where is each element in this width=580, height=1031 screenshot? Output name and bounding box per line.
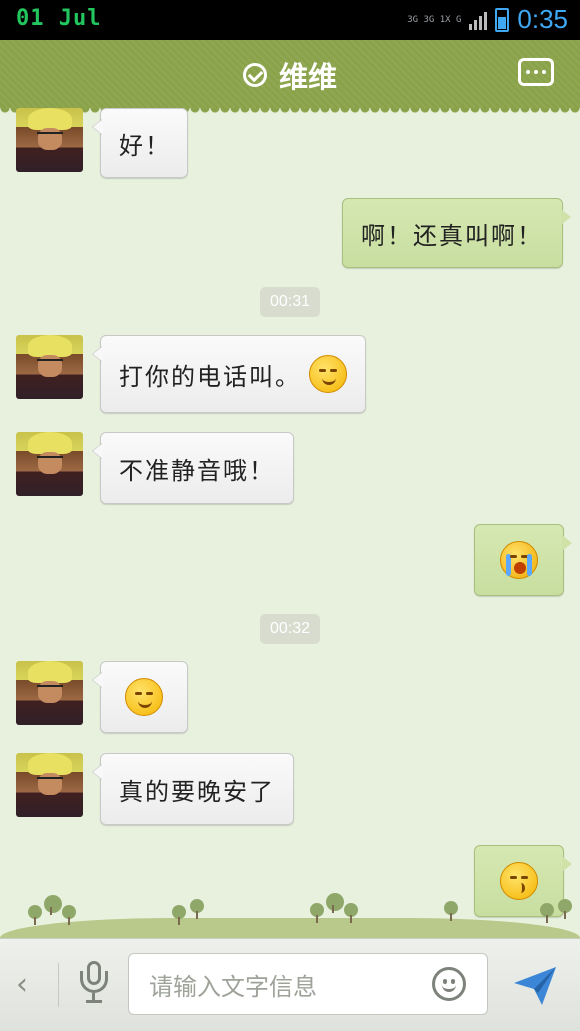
contact-avatar[interactable] bbox=[16, 753, 83, 817]
more-options-button[interactable] bbox=[518, 58, 554, 86]
microphone-icon[interactable] bbox=[80, 961, 108, 1003]
status-date: 01 Jul bbox=[16, 6, 102, 31]
contact-avatar[interactable] bbox=[16, 335, 83, 399]
message-text: 啊！还真叫啊！ bbox=[361, 221, 543, 250]
contact-avatar[interactable] bbox=[16, 661, 83, 725]
status-icons: 3G 3G 1X G 0:35 bbox=[407, 4, 568, 35]
grin-emoji-icon bbox=[309, 355, 347, 393]
message-text: 不准静音哦！ bbox=[119, 456, 275, 485]
tree-icon bbox=[558, 899, 572, 919]
input-placeholder: 请输入文字信息 bbox=[149, 972, 317, 1001]
contact-avatar[interactable] bbox=[16, 108, 83, 172]
message-list[interactable]: 好！ 啊！还真叫啊！ 00:31 打你的电话叫。 不准静音哦！ 00:32 真的… bbox=[0, 108, 580, 938]
message-bubble-incoming[interactable]: 打你的电话叫。 bbox=[92, 335, 366, 413]
message-text: 好！ bbox=[119, 131, 171, 160]
time-separator: 00:31 bbox=[260, 287, 320, 317]
message-bubble-incoming[interactable]: 真的要晚安了 bbox=[92, 753, 294, 825]
tree-icon bbox=[310, 903, 324, 923]
check-circle-icon bbox=[242, 63, 267, 87]
message-text: 真的要晚安了 bbox=[119, 777, 275, 806]
signal-icon bbox=[469, 10, 488, 30]
send-icon[interactable] bbox=[512, 963, 558, 1007]
tree-icon bbox=[444, 901, 458, 921]
message-text: 打你的电话叫。 bbox=[119, 362, 301, 391]
more-options-icon bbox=[526, 70, 530, 74]
contact-avatar[interactable] bbox=[16, 432, 83, 496]
tree-icon bbox=[28, 905, 42, 925]
message-bubble-outgoing[interactable] bbox=[474, 524, 572, 596]
hill-shape bbox=[0, 918, 580, 938]
message-bubble-outgoing[interactable]: 啊！还真叫啊！ bbox=[342, 198, 571, 268]
shy-emoji-icon bbox=[125, 678, 163, 716]
input-bar: ‹ 请输入文字信息 bbox=[0, 938, 580, 1031]
header-title-group: 维维 bbox=[0, 54, 580, 96]
network-type-icon: 3G 3G 1X G bbox=[407, 14, 462, 25]
smiley-icon[interactable] bbox=[432, 967, 466, 1001]
tree-icon bbox=[344, 903, 358, 923]
divider bbox=[58, 963, 59, 1007]
status-time: 0:35 bbox=[517, 4, 568, 34]
message-bubble-incoming[interactable]: 好！ bbox=[92, 108, 188, 178]
tree-icon bbox=[62, 905, 76, 925]
tree-icon bbox=[172, 905, 186, 925]
tree-icon bbox=[540, 903, 554, 923]
contact-name: 维维 bbox=[278, 60, 337, 94]
background-landscape bbox=[0, 885, 580, 938]
tree-icon bbox=[190, 899, 204, 919]
status-bar: 01 Jul 3G 3G 1X G 0:35 bbox=[0, 0, 580, 40]
message-bubble-incoming[interactable] bbox=[92, 661, 188, 733]
battery-icon bbox=[495, 7, 510, 32]
tree-icon bbox=[326, 893, 344, 913]
tree-icon bbox=[44, 895, 62, 915]
cry-emoji-icon bbox=[500, 541, 538, 579]
message-bubble-incoming[interactable]: 不准静音哦！ bbox=[92, 432, 294, 504]
time-separator: 00:32 bbox=[260, 614, 320, 644]
chat-header: 维维 bbox=[0, 40, 580, 114]
back-arrow-icon[interactable]: ‹ bbox=[16, 967, 28, 1002]
